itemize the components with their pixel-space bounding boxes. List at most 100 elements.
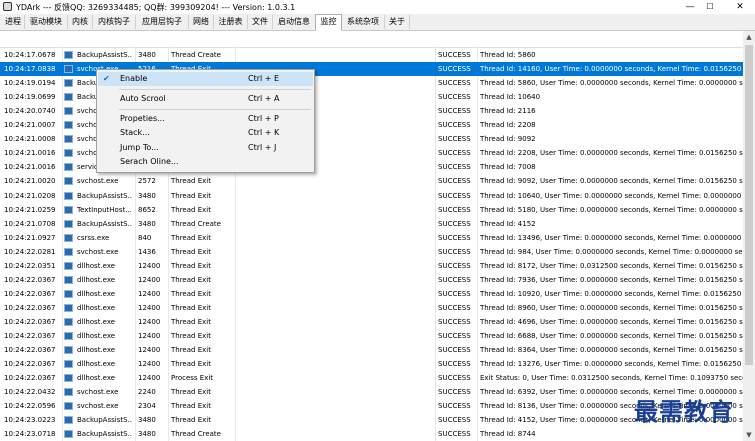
tab-about[interactable]: 关于	[385, 15, 410, 29]
cell-time: 10:24:21.0016	[4, 149, 56, 158]
table-row[interactable]: 10:24:22.0367 dllhost.exe 12400 Thread Exit…	[0, 343, 743, 357]
cell-result: SUCCESS	[438, 247, 471, 256]
cell-detail: Thread Id: 2116	[480, 107, 536, 116]
table-row[interactable]: 10:24:17.0678 BackupAssistS... 3480 Thread …	[0, 48, 743, 62]
tab-app-hook[interactable]: 应用层钩子	[136, 15, 189, 29]
cell-time: 10:24:23.0223	[4, 416, 56, 425]
process-icon	[64, 149, 73, 158]
tab-registry[interactable]: 注册表	[214, 15, 248, 29]
table-row[interactable]: 10:24:21.0259 TextInputHost... 8652 Thread …	[0, 203, 743, 217]
cell-operation: Thread Create	[171, 51, 221, 59]
cell-process: dllhost.exe	[77, 261, 116, 270]
check-icon: ✔	[103, 74, 110, 83]
cell-process: dllhost.exe	[77, 289, 116, 298]
cell-time: 10:24:20.0740	[4, 107, 56, 116]
cell-result: SUCCESS	[438, 205, 471, 214]
table-row[interactable]: 10:24:22.0596 svchost.exe 2304 Thread Exit S…	[0, 399, 743, 413]
cell-time: 10:24:21.0008	[4, 135, 56, 144]
table-row[interactable]: 10:24:21.0708 BackupAssistS... 3480 Thread …	[0, 217, 743, 231]
cell-result: SUCCESS	[438, 79, 471, 88]
table-row[interactable]: 10:24:22.0367 dllhost.exe 12400 Thread Exit…	[0, 329, 743, 343]
table-row[interactable]: 10:24:22.0432 svchost.exe 2240 Thread Exit S…	[0, 385, 743, 399]
cell-result: SUCCESS	[438, 177, 471, 186]
process-icon	[64, 135, 73, 144]
tab-monitor[interactable]: 监控	[315, 14, 342, 31]
process-icon	[64, 317, 73, 326]
cell-pid: 2304	[138, 402, 156, 411]
cell-process: csrss.exe	[77, 233, 110, 242]
cell-process: svchost.exe	[77, 247, 119, 256]
tab-file[interactable]: 文件	[248, 15, 273, 29]
scroll-up-icon[interactable]: ▲	[743, 31, 755, 43]
cell-time: 10:24:22.0367	[4, 346, 56, 355]
table-row[interactable]: 10:24:21.0927 csrss.exe 840 Thread Exit SUCC…	[0, 231, 743, 245]
cell-pid: 3480	[138, 51, 156, 59]
context-menu: ✔ Enable Ctrl + E Auto Scrool Ctrl + A P…	[96, 69, 315, 173]
process-icon	[64, 191, 73, 200]
process-icon	[64, 79, 73, 88]
cell-detail: Thread Id: 14160, User Time: 0.0000000 s…	[480, 65, 743, 74]
cell-pid: 12400	[138, 303, 161, 312]
cell-pid: 12400	[138, 289, 161, 298]
menu-item-stack[interactable]: Stack... Ctrl + K	[98, 126, 313, 140]
table-row[interactable]: 10:24:23.0223 BackupAssistS... 3480 Thread …	[0, 413, 743, 427]
cell-pid: 12400	[138, 360, 161, 369]
menu-item-properties[interactable]: Propeties... Ctrl + P	[98, 112, 313, 126]
process-icon	[64, 402, 73, 411]
cell-time: 10:24:22.0367	[4, 275, 56, 284]
cell-result: SUCCESS	[438, 191, 471, 200]
table-row[interactable]: 10:24:22.0367 dllhost.exe 12400 Thread Exit…	[0, 273, 743, 287]
table-row[interactable]: 10:24:22.0367 dllhost.exe 12400 Thread Exit…	[0, 287, 743, 301]
cell-result: SUCCESS	[438, 430, 471, 439]
cell-operation: Thread Exit	[171, 388, 211, 397]
cell-detail: Thread Id: 10640, User Time: 0.0000000 s…	[480, 191, 743, 200]
process-icon	[64, 289, 73, 298]
tab-system-misc[interactable]: 系统杂项	[342, 15, 385, 29]
cell-result: SUCCESS	[438, 275, 471, 284]
tab-kernel[interactable]: 内核	[68, 15, 93, 29]
cell-time: 10:24:22.0432	[4, 388, 56, 397]
tab-kernel-hook[interactable]: 内核钩子	[93, 15, 136, 29]
cell-result: SUCCESS	[438, 163, 471, 172]
cell-detail: Thread Id: 4152	[480, 219, 536, 228]
maximize-button[interactable]: ☐	[695, 0, 725, 14]
table-row[interactable]: 10:24:22.0367 dllhost.exe 12400 Thread Exit…	[0, 301, 743, 315]
process-icon	[64, 177, 73, 186]
table-row[interactable]: 10:24:22.0281 svchost.exe 1436 Thread Exit S…	[0, 245, 743, 259]
process-icon	[64, 374, 73, 383]
cell-detail: Thread Id: 10640	[480, 93, 541, 102]
cell-time: 10:24:22.0281	[4, 247, 56, 256]
cell-pid: 12400	[138, 346, 161, 355]
process-icon	[64, 360, 73, 369]
table-row[interactable]: 10:24:21.0020 svchost.exe 2572 Thread Exit S…	[0, 174, 743, 188]
cell-operation: Thread Exit	[171, 233, 211, 242]
cell-result: SUCCESS	[438, 374, 471, 383]
scroll-thumb[interactable]	[745, 45, 753, 365]
tab-network[interactable]: 网络	[189, 15, 214, 29]
close-button[interactable]: ✕	[725, 0, 755, 14]
tab-process[interactable]: 进程	[2, 15, 25, 29]
menu-item-jump-to[interactable]: Jump To... Ctrl + J	[98, 141, 313, 155]
table-row[interactable]: 10:24:22.0367 dllhost.exe 12400 Process Exi…	[0, 371, 743, 385]
tab-startup[interactable]: 启动信息	[273, 15, 316, 29]
cell-operation: Thread Exit	[171, 247, 211, 256]
vertical-scrollbar[interactable]: ▲ ▼	[743, 31, 755, 441]
tab-driver-module[interactable]: 驱动模块	[25, 15, 68, 29]
table-row[interactable]: 10:24:22.0367 dllhost.exe 12400 Thread Exit…	[0, 357, 743, 371]
app-icon	[3, 2, 12, 11]
cell-process: dllhost.exe	[77, 374, 116, 383]
menu-item-search-online[interactable]: Serach Oline...	[98, 155, 313, 169]
table-row[interactable]: 10:24:22.0351 dllhost.exe 12400 Thread Exit…	[0, 259, 743, 273]
cell-time: 10:24:21.0708	[4, 219, 56, 228]
cell-time: 10:24:22.0367	[4, 317, 56, 326]
table-row[interactable]: 10:24:21.0208 BackupAssistS... 3480 Thread …	[0, 189, 743, 203]
cell-detail: Thread Id: 8172, User Time: 0.0312500 se…	[480, 261, 743, 270]
table-row[interactable]: 10:24:22.0367 dllhost.exe 12400 Thread Exit…	[0, 315, 743, 329]
process-icon	[64, 51, 73, 59]
table-row[interactable]: 10:24:23.0718 BackupAssistS... 3480 Thread …	[0, 427, 743, 441]
cell-pid: 1436	[138, 247, 156, 256]
menu-item-enable[interactable]: ✔ Enable Ctrl + E	[98, 72, 313, 86]
cell-result: SUCCESS	[438, 346, 471, 355]
menu-item-auto-scroll[interactable]: Auto Scrool Ctrl + A	[98, 92, 313, 106]
process-icon	[64, 346, 73, 355]
